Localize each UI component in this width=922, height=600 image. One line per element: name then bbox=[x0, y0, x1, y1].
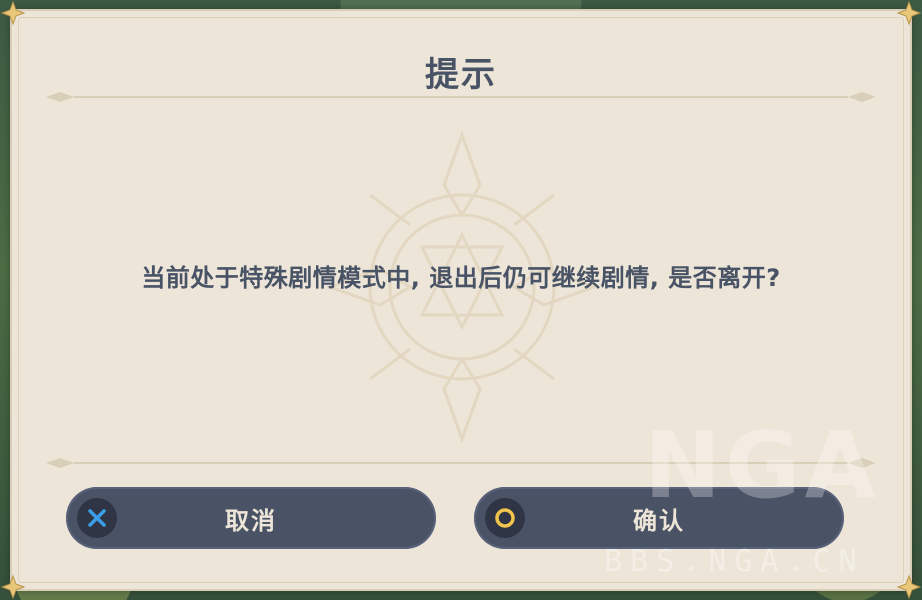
confirm-button-label: 确认 bbox=[633, 506, 685, 535]
corner-ornament-icon bbox=[0, 0, 26, 26]
dialog-message: 当前处于特殊剧情模式中, 退出后仍可继续剧情, 是否离开? bbox=[141, 264, 781, 292]
corner-ornament-icon bbox=[896, 0, 922, 26]
footer-divider bbox=[46, 458, 876, 468]
circle-icon bbox=[485, 498, 525, 538]
cross-icon bbox=[77, 498, 117, 538]
cancel-button[interactable]: 取消 bbox=[66, 487, 436, 549]
cancel-button-label: 取消 bbox=[225, 506, 277, 535]
corner-ornament-icon bbox=[896, 574, 922, 600]
confirm-button[interactable]: 确认 bbox=[474, 487, 844, 549]
title-divider bbox=[46, 92, 876, 102]
prompt-dialog: 提示 当前处于特殊剧情模式中, 退出后仍可继续剧情, 是否离开? 取消 确认 bbox=[0, 0, 922, 600]
corner-ornament-icon bbox=[0, 574, 26, 600]
